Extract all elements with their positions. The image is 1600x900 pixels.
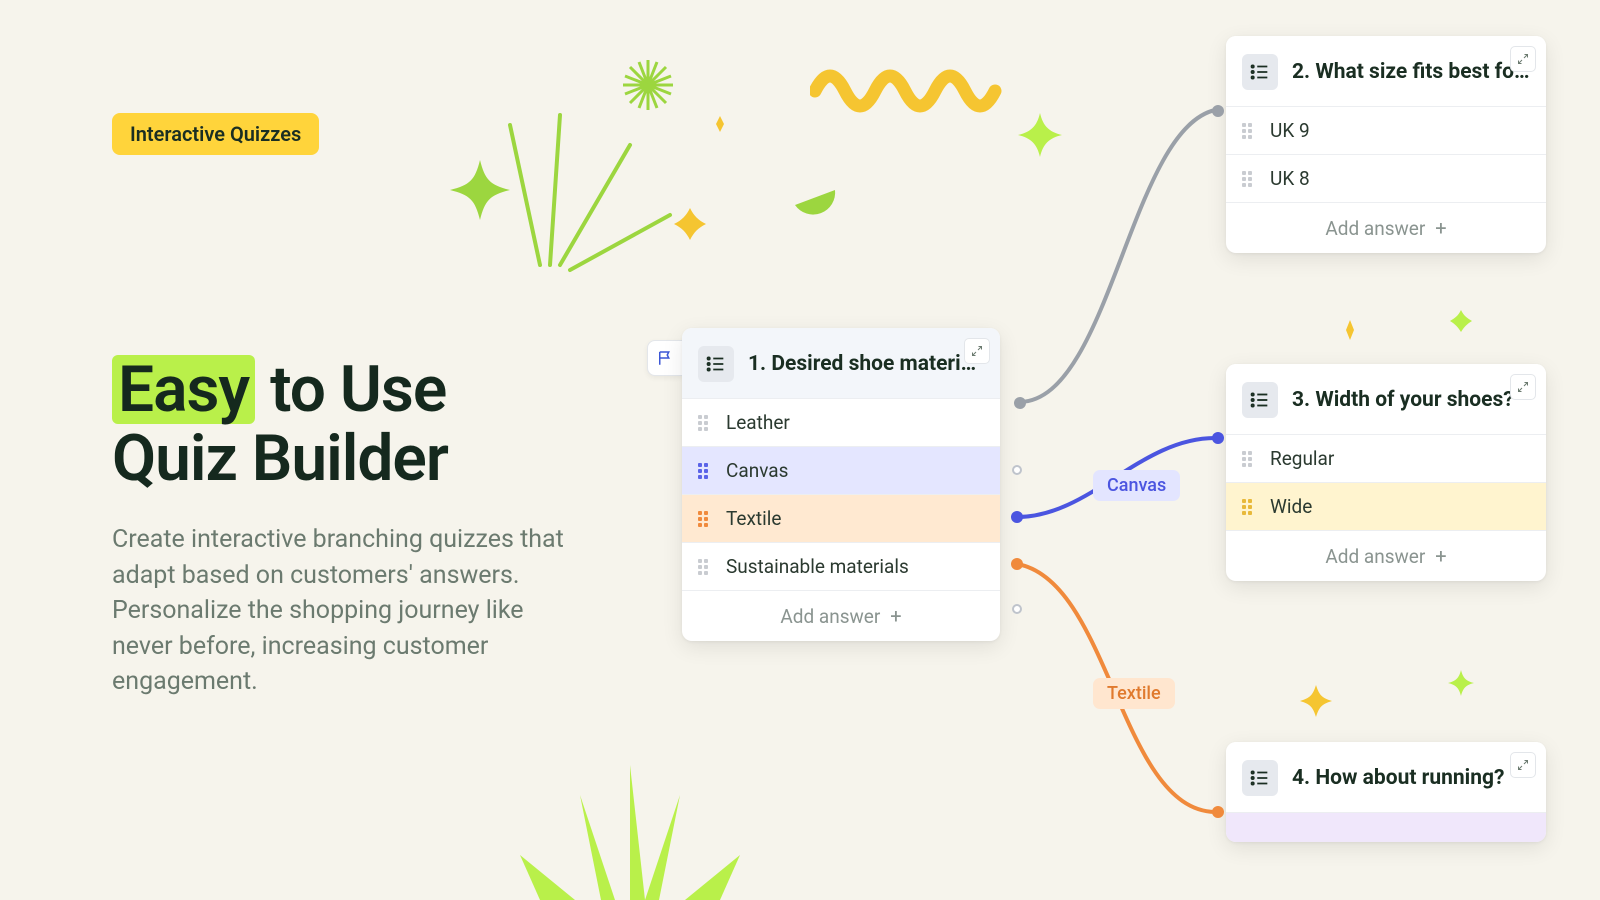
expand-button[interactable]: [1510, 46, 1536, 72]
list-icon: [698, 346, 734, 382]
page-subcopy: Create interactive branching quizzes tha…: [112, 522, 582, 700]
answer-label: Wide: [1270, 495, 1312, 518]
answer-label: Sustainable materials: [726, 555, 909, 578]
answer-row[interactable]: Wide: [1226, 482, 1546, 530]
answer-label: Canvas: [726, 459, 788, 482]
sunburst-doodle: [470, 755, 790, 900]
answer-row[interactable]: Sustainable materials: [682, 542, 1000, 590]
plus-icon: +: [1435, 216, 1446, 240]
answer-row[interactable]: [1226, 812, 1546, 842]
drag-handle-icon[interactable]: [1242, 451, 1256, 467]
badge-interactive-quizzes: Interactive Quizzes: [112, 113, 319, 155]
answer-row[interactable]: Canvas: [682, 446, 1000, 494]
list-icon: [1242, 54, 1278, 90]
connector-node[interactable]: [1011, 511, 1023, 523]
dot-doodle-2: [1450, 310, 1472, 332]
list-icon: [1242, 760, 1278, 796]
connector-node[interactable]: [1012, 604, 1022, 614]
drag-handle-icon[interactable]: [698, 559, 712, 575]
question-card-4[interactable]: 4. How about running?: [1226, 742, 1546, 842]
card-header: 3. Width of your shoes?: [1226, 364, 1546, 434]
burst-lines-doodle: [490, 95, 690, 285]
sparkle-doodle-2: [1300, 685, 1332, 717]
answer-row[interactable]: Regular: [1226, 434, 1546, 482]
headline-highlight: Easy: [112, 355, 255, 424]
edge-label-canvas: Canvas: [1093, 470, 1180, 501]
plus-doodle: [672, 206, 708, 242]
answer-row[interactable]: Leather: [682, 398, 1000, 446]
card-header: 4. How about running?: [1226, 742, 1546, 812]
answer-label: Textile: [726, 507, 781, 530]
drag-handle-icon[interactable]: [698, 511, 712, 527]
connector-node[interactable]: [1212, 105, 1224, 117]
card-title: 1. Desired shoe material?: [748, 352, 984, 376]
drag-handle-icon[interactable]: [1242, 499, 1256, 515]
connector-node[interactable]: [1011, 558, 1023, 570]
expand-button[interactable]: [1510, 374, 1536, 400]
wedge-doodle: [790, 180, 840, 220]
answer-row[interactable]: Textile: [682, 494, 1000, 542]
answer-label: Regular: [1270, 447, 1334, 470]
question-card-1[interactable]: 1. Desired shoe material? Leather Canvas…: [682, 328, 1000, 641]
add-answer-button[interactable]: Add answer +: [1226, 530, 1546, 581]
dot-doodle-1: [712, 116, 728, 132]
dot-doodle-3: [1340, 320, 1360, 340]
card-title: 2. What size fits best for...: [1292, 60, 1530, 84]
add-answer-button[interactable]: Add answer +: [1226, 202, 1546, 253]
squiggle-doodle: [810, 56, 1010, 116]
answer-row[interactable]: UK 9: [1226, 106, 1546, 154]
card-header: 1. Desired shoe material?: [682, 328, 1000, 398]
connector-node[interactable]: [1212, 432, 1224, 444]
sparkle-doodle-3: [1448, 670, 1474, 696]
connector-node[interactable]: [1212, 806, 1224, 818]
sparkle-doodle-1: [1015, 110, 1065, 160]
expand-button[interactable]: [964, 338, 990, 364]
list-icon: [1242, 382, 1278, 418]
connector-node[interactable]: [1012, 465, 1022, 475]
card-title: 3. Width of your shoes?: [1292, 388, 1530, 412]
start-flag-button[interactable]: [647, 340, 683, 376]
card-title: 4. How about running?: [1292, 766, 1530, 790]
plus-icon: +: [1435, 544, 1446, 568]
page-headline: Easy to Use Quiz Builder: [112, 355, 448, 493]
plus-icon: +: [890, 604, 901, 628]
add-answer-button[interactable]: Add answer +: [682, 590, 1000, 641]
drag-handle-icon[interactable]: [698, 415, 712, 431]
expand-button[interactable]: [1510, 752, 1536, 778]
question-card-3[interactable]: 3. Width of your shoes? Regular Wide Add…: [1226, 364, 1546, 581]
answer-label: UK 9: [1270, 119, 1310, 142]
drag-handle-icon[interactable]: [1242, 171, 1256, 187]
question-card-2[interactable]: 2. What size fits best for... UK 9 UK 8 …: [1226, 36, 1546, 253]
drag-handle-icon[interactable]: [1242, 123, 1256, 139]
drag-handle-icon[interactable]: [698, 463, 712, 479]
edge-label-textile: Textile: [1093, 678, 1175, 709]
card-header: 2. What size fits best for...: [1226, 36, 1546, 106]
connector-node[interactable]: [1014, 397, 1026, 409]
answer-label: UK 8: [1270, 167, 1310, 190]
answer-label: Leather: [726, 411, 790, 434]
answer-row[interactable]: UK 8: [1226, 154, 1546, 202]
